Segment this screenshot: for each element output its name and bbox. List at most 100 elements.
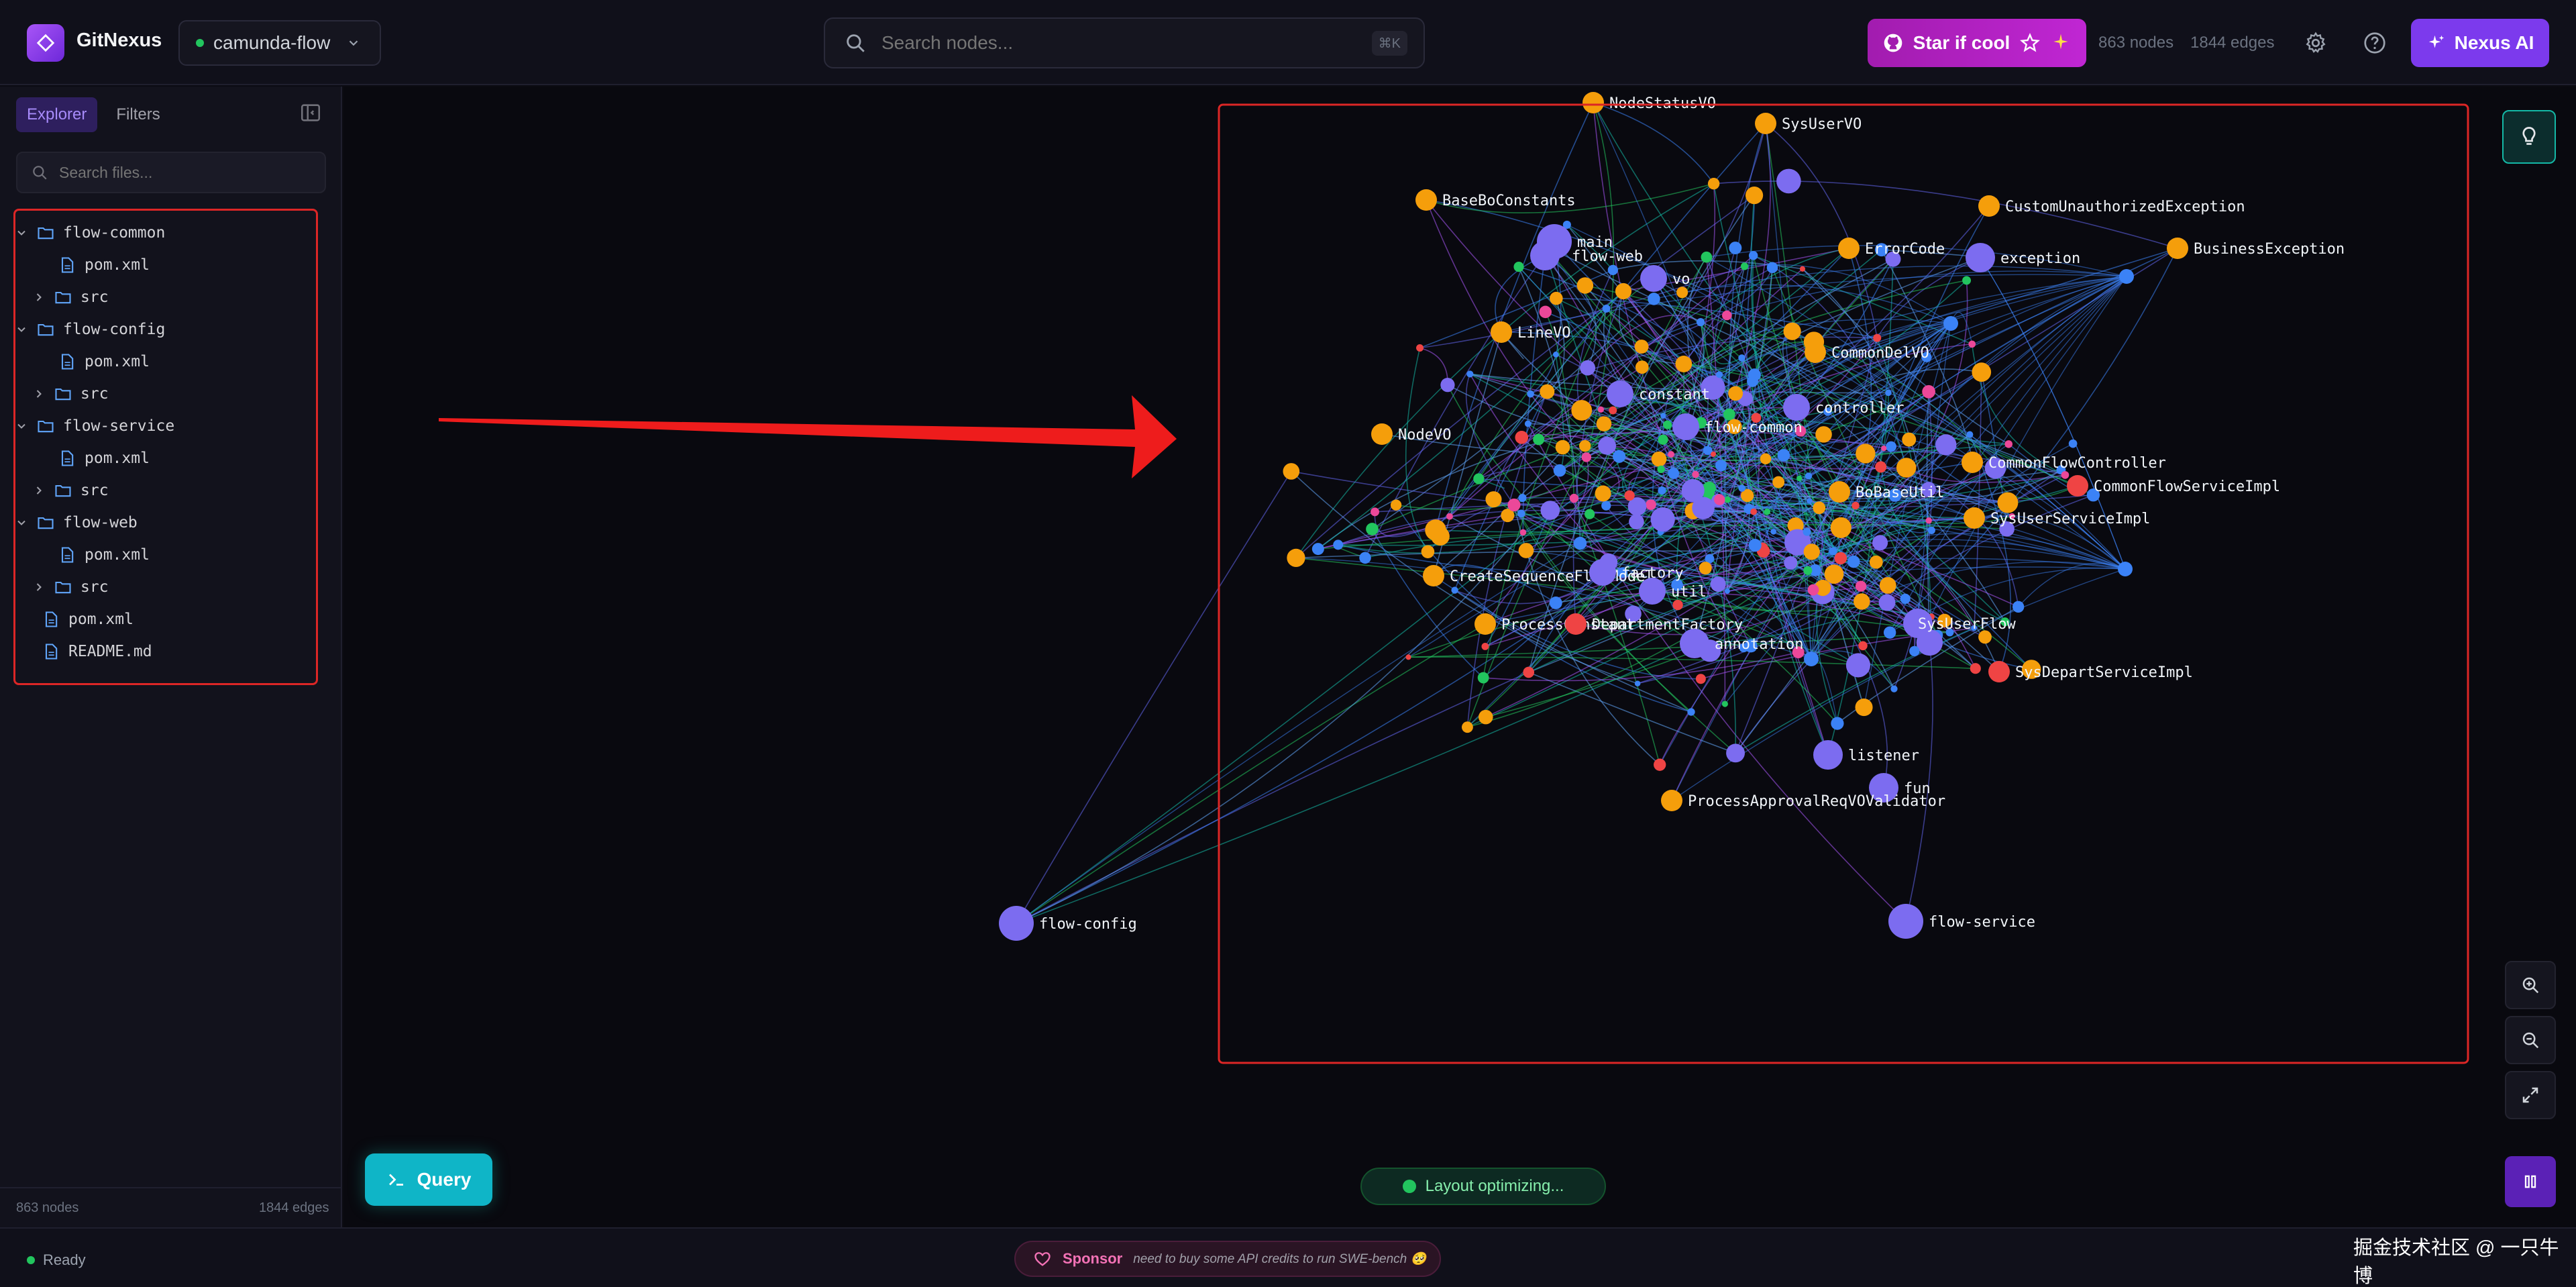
graph-node-hub[interactable] xyxy=(2118,562,2133,576)
graph-node[interactable] xyxy=(1766,262,1778,274)
graph-node[interactable] xyxy=(1473,473,1485,484)
graph-node-label[interactable]: SysUserServiceImpl xyxy=(1990,511,2150,527)
graph-node[interactable] xyxy=(1569,493,1579,503)
graph-node-label[interactable]: controller xyxy=(1815,400,1904,417)
graph-node[interactable] xyxy=(1699,562,1712,575)
graph-node[interactable] xyxy=(1711,451,1717,457)
graph-node-labeled[interactable] xyxy=(1661,790,1682,811)
graph-node[interactable] xyxy=(1597,406,1605,413)
graph-node[interactable] xyxy=(1881,445,1887,452)
graph-node-labeled[interactable] xyxy=(1964,507,1985,529)
graph-node[interactable] xyxy=(1390,499,1402,511)
graph-node-label[interactable]: ErrorCode xyxy=(1865,241,1945,258)
graph-node[interactable] xyxy=(1883,626,1896,639)
graph-node-labeled[interactable] xyxy=(1474,613,1496,635)
graph-node[interactable] xyxy=(1886,441,1897,452)
graph-node[interactable] xyxy=(1635,360,1649,374)
search-input[interactable] xyxy=(881,32,1357,54)
graph-node[interactable] xyxy=(1550,291,1563,305)
graph-node-labeled[interactable] xyxy=(999,906,1034,941)
graph-node[interactable] xyxy=(1783,322,1801,340)
graph-node[interactable] xyxy=(1515,431,1529,444)
graph-node[interactable] xyxy=(1573,536,1587,550)
graph-node[interactable] xyxy=(1595,485,1611,502)
graph-node-label[interactable]: flow-config xyxy=(1039,916,1137,933)
graph-node-label[interactable]: DepartmentFactory xyxy=(1592,617,1743,633)
graph-node[interactable] xyxy=(1692,497,1715,519)
graph-node-label[interactable]: flow-common xyxy=(1705,419,1803,436)
graph-node[interactable] xyxy=(1668,451,1675,458)
graph-node[interactable] xyxy=(1858,641,1868,651)
graph-node[interactable] xyxy=(1371,507,1380,517)
graph-node[interactable] xyxy=(1553,464,1566,477)
graph-node[interactable] xyxy=(1872,535,1888,551)
tree-folder[interactable]: src xyxy=(32,571,109,603)
graph-node[interactable] xyxy=(1634,340,1649,354)
graph-node[interactable] xyxy=(1518,493,1527,503)
graph-node-label[interactable]: NodeVO xyxy=(1398,427,1451,444)
tree-file[interactable]: README.md xyxy=(42,635,152,668)
graph-node[interactable] xyxy=(1900,593,1911,605)
knowledge-graph[interactable]: NodeStatusVOSysUserVOBaseBoConstants Cust… xyxy=(343,87,2576,1227)
graph-node[interactable] xyxy=(1726,743,1745,763)
tree-file[interactable]: pom.xml xyxy=(58,346,150,378)
tree-folder[interactable]: flow-web xyxy=(15,507,138,539)
graph-node[interactable] xyxy=(1807,498,1813,504)
graph-node[interactable] xyxy=(1646,499,1656,510)
zoom-in-button[interactable] xyxy=(2505,961,2556,1009)
graph-node[interactable] xyxy=(1845,653,1871,678)
graph-node[interactable] xyxy=(1935,434,1957,456)
graph-node[interactable] xyxy=(1902,432,1917,447)
graph-node[interactable] xyxy=(1925,517,1932,524)
graph-node[interactable] xyxy=(2004,440,2012,448)
graph-node-labeled[interactable] xyxy=(1978,195,2000,217)
graph-node-labeled[interactable] xyxy=(1680,629,1709,658)
tree-folder[interactable]: src xyxy=(32,474,109,507)
graph-node[interactable] xyxy=(1968,340,1976,348)
node-search[interactable]: ⌘K xyxy=(824,17,1425,68)
graph-node[interactable] xyxy=(1359,552,1371,564)
graph-node[interactable] xyxy=(1715,460,1727,472)
graph-node[interactable] xyxy=(1722,310,1732,321)
graph-node-label[interactable]: SysUserFlow xyxy=(1918,616,2016,633)
graph-node[interactable] xyxy=(1879,576,1896,594)
graph-node[interactable] xyxy=(1851,501,1860,510)
graph-node-labeled[interactable] xyxy=(1491,321,1512,343)
graph-node[interactable] xyxy=(1613,450,1626,463)
tree-file[interactable]: pom.xml xyxy=(58,539,150,571)
graph-node-hub[interactable] xyxy=(1804,652,1819,666)
graph-node-label[interactable]: exception xyxy=(2000,250,2080,267)
graph-node[interactable] xyxy=(1970,663,1981,674)
graph-node-hub[interactable] xyxy=(1943,316,1958,331)
graph-node[interactable] xyxy=(1485,491,1502,508)
graph-node[interactable] xyxy=(1519,529,1527,536)
graph-node[interactable] xyxy=(1760,453,1772,465)
graph-node[interactable] xyxy=(1540,501,1560,520)
graph-node-labeled[interactable] xyxy=(1423,565,1444,586)
graph-node[interactable] xyxy=(1855,699,1873,717)
tree-file[interactable]: pom.xml xyxy=(58,442,150,474)
graph-node[interactable] xyxy=(1747,376,1758,387)
graph-node[interactable] xyxy=(1856,444,1876,464)
graph-node[interactable] xyxy=(1703,481,1716,495)
graph-node[interactable] xyxy=(1615,282,1632,300)
graph-node[interactable] xyxy=(1651,451,1667,467)
graph-node-labeled[interactable] xyxy=(1962,452,1983,473)
graph-node-labeled[interactable] xyxy=(1813,740,1843,770)
graph-node-label[interactable]: CommonFlowServiceImpl xyxy=(2094,478,2280,495)
graph-node[interactable] xyxy=(1878,594,1896,611)
graph-node[interactable] xyxy=(1675,356,1693,372)
graph-node-label[interactable]: BaseBoConstants xyxy=(1442,193,1576,209)
graph-node[interactable] xyxy=(1740,262,1749,270)
graph-node-hub[interactable] xyxy=(2119,269,2134,284)
pause-layout-button[interactable] xyxy=(2505,1156,2556,1207)
graph-node[interactable] xyxy=(1446,513,1453,520)
graph-node-labeled[interactable] xyxy=(1582,92,1604,113)
graph-node-label[interactable]: constant xyxy=(1639,387,1710,403)
graph-node-labeled[interactable] xyxy=(1415,189,1437,211)
graph-node[interactable] xyxy=(1745,187,1764,205)
graph-node[interactable] xyxy=(1738,484,1746,492)
graph-node[interactable] xyxy=(1478,709,1493,725)
graph-node[interactable] xyxy=(1539,305,1552,319)
graph-node[interactable] xyxy=(1896,458,1917,478)
